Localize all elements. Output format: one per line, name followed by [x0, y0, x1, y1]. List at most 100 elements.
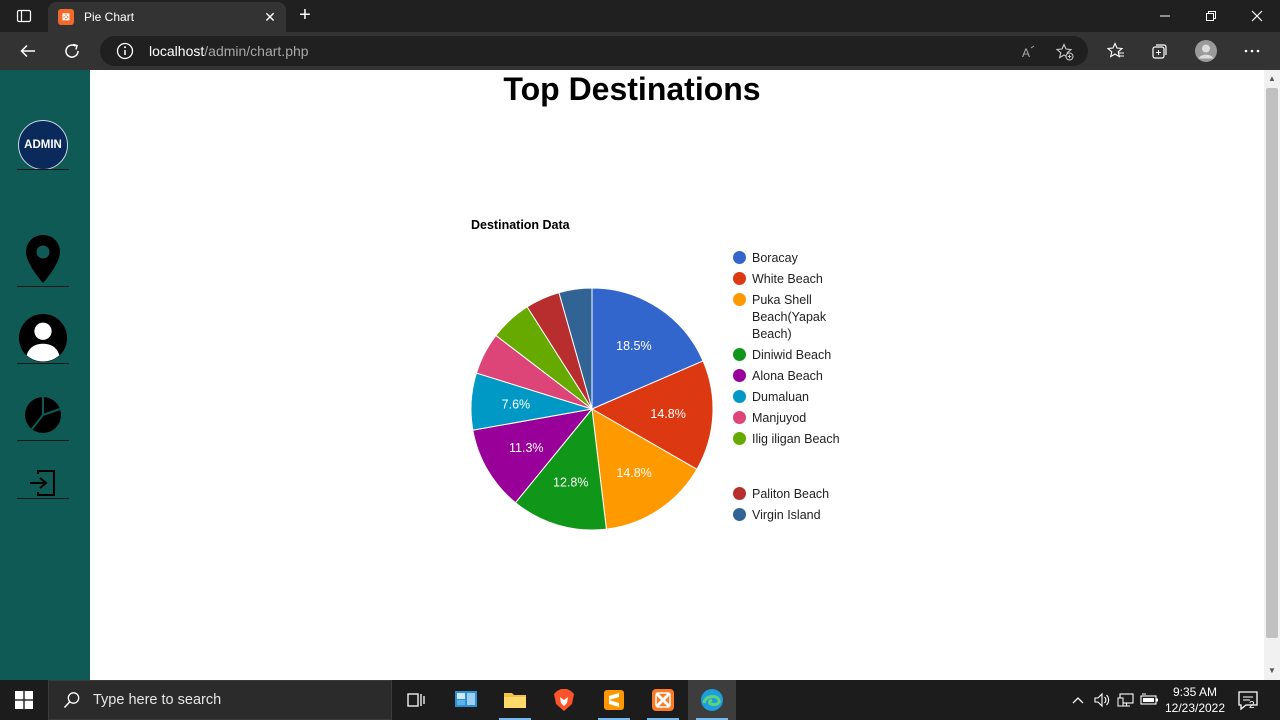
more-icon[interactable]: [1236, 35, 1268, 67]
new-tab-icon[interactable]: +: [292, 4, 318, 28]
add-favorite-icon[interactable]: [1055, 42, 1075, 62]
legend-label: Manjuyod: [752, 411, 807, 425]
legend-item[interactable]: Puka Shell Beach(Yapak Beach): [733, 292, 852, 343]
legend-label: Diniwid Beach: [752, 348, 832, 362]
url-host: localhost: [149, 43, 205, 59]
legend-label: Alona Beach: [752, 369, 823, 383]
legend-item[interactable]: Paliton Beach: [733, 486, 852, 503]
scroll-up-icon[interactable]: ▲: [1267, 74, 1277, 84]
legend-item[interactable]: White Beach: [733, 271, 852, 288]
legend-item[interactable]: Virgin Island: [733, 507, 852, 524]
battery-icon[interactable]: [1140, 690, 1160, 710]
favorites-icon[interactable]: [1100, 35, 1132, 67]
legend-item[interactable]: Dumaluan: [733, 389, 852, 406]
slice-label: 18.5%: [616, 339, 651, 353]
legend-item[interactable]: Diniwid Beach: [733, 347, 852, 364]
volume-icon[interactable]: [1092, 690, 1112, 710]
slice-label: 12.8%: [553, 476, 588, 490]
legend-swatch: [733, 411, 746, 424]
browser-tab[interactable]: ⊠ Pie Chart ✕: [48, 2, 286, 32]
scroll-down-icon[interactable]: ▼: [1267, 666, 1277, 676]
browser-toolbar: localhost/admin/chart.php A: [0, 32, 1280, 70]
scrollbar-thumb[interactable]: [1266, 88, 1278, 638]
map-pin-icon[interactable]: [18, 234, 68, 284]
legend-label: Virgin Island: [752, 508, 821, 522]
info-icon[interactable]: [116, 42, 134, 60]
profile-icon[interactable]: [1190, 35, 1222, 67]
tab-actions-icon[interactable]: [8, 4, 40, 28]
divider: [17, 169, 69, 170]
user-icon[interactable]: [18, 313, 68, 363]
legend-swatch: [733, 432, 746, 445]
back-icon[interactable]: [12, 35, 44, 67]
slice-label: 14.8%: [616, 466, 651, 480]
slice-label: 7.6%: [502, 398, 531, 412]
notification-icon[interactable]: [1236, 688, 1260, 712]
legend-label: Boracay: [752, 251, 798, 265]
network-icon[interactable]: [1116, 690, 1136, 710]
clock-time: 9:35 AM: [1172, 685, 1218, 699]
url-path: /admin/chart.php: [204, 43, 309, 59]
window-close-icon[interactable]: [1234, 0, 1280, 32]
legend-label: Dumaluan: [752, 390, 809, 404]
close-icon[interactable]: ✕: [262, 9, 278, 26]
legend-item[interactable]: Manjuyod: [733, 410, 852, 427]
pie-chart-icon[interactable]: [18, 390, 68, 440]
collections-icon[interactable]: [1144, 35, 1176, 67]
search-icon: [63, 692, 80, 709]
legend-swatch: [733, 348, 746, 361]
notification-count: 2: [1249, 700, 1255, 711]
legend-label: Puka Shell Beach(Yapak Beach): [752, 293, 827, 341]
legend-swatch: [733, 251, 746, 264]
slice-label: 11.3%: [509, 441, 544, 455]
clock[interactable]: 9:35 AM 12/23/2022: [1162, 684, 1228, 716]
page-title: Top Destinations: [503, 71, 761, 107]
legend-swatch: [733, 369, 746, 382]
refresh-icon[interactable]: [56, 35, 88, 67]
url-text[interactable]: localhost/admin/chart.php: [149, 43, 309, 59]
legend-item[interactable]: Alona Beach: [733, 368, 852, 385]
chart-title: Destination Data: [471, 218, 570, 232]
restore-icon[interactable]: [1188, 0, 1234, 32]
brave-icon[interactable]: [540, 680, 588, 720]
taskbar-search[interactable]: Type here to search: [48, 680, 392, 720]
minimize-icon[interactable]: [1142, 0, 1188, 32]
legend-swatch: [733, 390, 746, 403]
xampp-icon[interactable]: [639, 680, 687, 720]
legend-swatch: [733, 487, 746, 500]
pie-chart: 18.5% 14.8% 14.8% 12.8% 11.3% 7.6%: [470, 287, 714, 531]
sidebar: ADMIN: [0, 70, 90, 680]
tab-title: Pie Chart: [84, 10, 135, 24]
legend-label: Ilig iligan Beach: [752, 432, 840, 446]
browser-titlebar: ⊠ Pie Chart ✕ +: [0, 0, 1280, 32]
legend-swatch: [733, 508, 746, 521]
sublime-text-icon[interactable]: [590, 680, 638, 720]
chevron-up-icon[interactable]: [1068, 690, 1088, 710]
address-bar[interactable]: localhost/admin/chart.php A: [100, 36, 1088, 66]
clock-date: 12/23/2022: [1164, 701, 1226, 715]
legend-item[interactable]: Boracay: [733, 250, 852, 267]
read-aloud-icon[interactable]: A: [1020, 42, 1040, 62]
svg-text:A: A: [1022, 46, 1030, 60]
xampp-favicon-icon: ⊠: [58, 9, 74, 25]
divider: [17, 363, 69, 364]
task-view-icon[interactable]: [392, 680, 440, 720]
divider: [17, 498, 69, 499]
control-panel-icon[interactable]: [442, 680, 490, 720]
page-content: ADMIN Top Destinations Destination Data …: [0, 70, 1280, 680]
legend-label: Paliton Beach: [752, 487, 830, 501]
admin-avatar[interactable]: ADMIN: [18, 120, 68, 170]
divider: [17, 440, 69, 441]
legend-swatch: [733, 272, 746, 285]
taskbar: Type here to search 9:35 AM 12/23/2022 2: [0, 680, 1280, 720]
logout-icon[interactable]: [18, 458, 68, 508]
legend-swatch: [733, 293, 746, 306]
legend-item[interactable]: Ilig iligan Beach: [733, 431, 852, 448]
legend-label: White Beach: [752, 272, 823, 286]
divider: [17, 286, 69, 287]
file-explorer-icon[interactable]: [491, 680, 539, 720]
search-placeholder: Type here to search: [93, 692, 222, 708]
windows-start-icon[interactable]: [0, 680, 48, 720]
slice-label: 14.8%: [650, 407, 685, 421]
edge-icon[interactable]: [688, 680, 736, 720]
